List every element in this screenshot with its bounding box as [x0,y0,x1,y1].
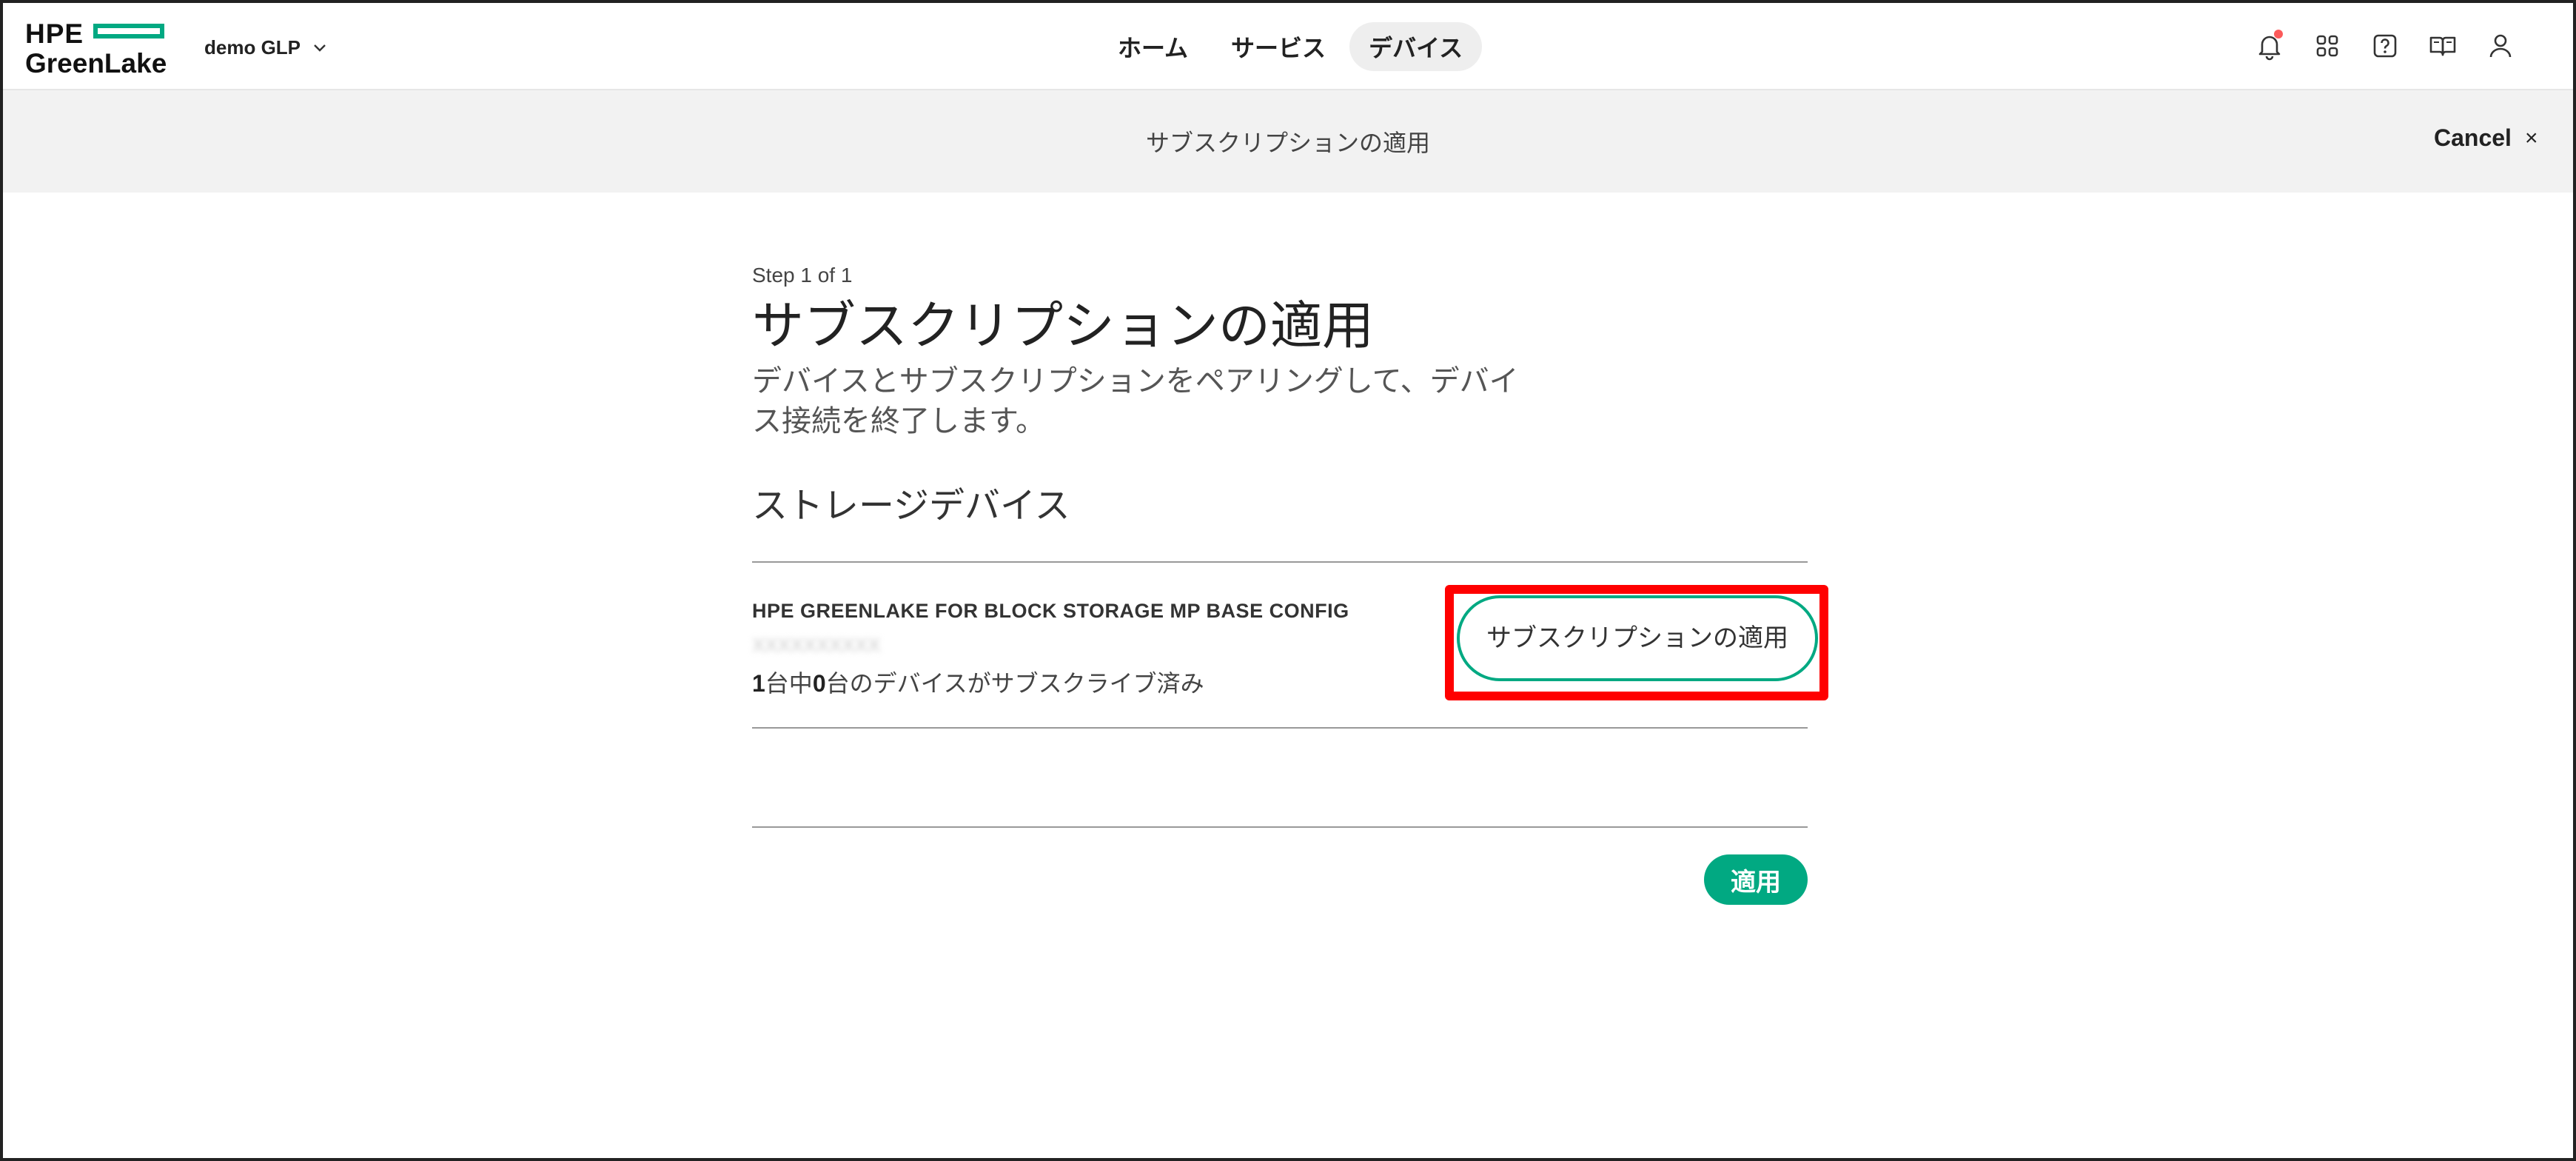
nav-devices[interactable]: デバイス [1349,22,1483,71]
close-icon: × [2524,125,2538,150]
header-icons [2253,30,2542,62]
apply-subscription-button[interactable]: サブスクリプションの適用 [1457,595,1818,681]
wizard-content: Step 1 of 1 サブスクリプションの適用 デバイスとサブスクリプションを… [752,262,1828,828]
device-subscribed-count: 0 [812,670,826,697]
logo-hpe-text: HPE [25,19,84,49]
divider [752,826,1808,828]
hpe-greenlake-logo[interactable]: HPE GreenLake [25,19,173,78]
apps-grid-icon[interactable] [2311,30,2344,62]
top-header: HPE GreenLake demo GLP ホーム サービス デバイス [3,3,2573,90]
help-icon[interactable] [2369,30,2401,62]
apply-button[interactable]: 適用 [1704,854,1808,905]
notification-dot [2274,30,2283,39]
book-icon[interactable] [2426,30,2459,62]
app-window: HPE GreenLake demo GLP ホーム サービス デバイス サブス… [0,0,2576,1161]
wizard-title: サブスクリプションの適用 [1145,130,1430,156]
device-total: 1 [752,670,765,697]
step-indicator: Step 1 of 1 [752,264,853,287]
serial-number: XXXXXXXXXX [752,634,881,656]
section-title: ストレージデバイス [752,486,1070,526]
logo-greenlake-text: GreenLake [25,48,167,78]
cancel-label: Cancel [2434,124,2512,151]
device-row: HPE GREENLAKE FOR BLOCK STORAGE MP BASE … [752,563,1828,727]
main-nav: ホーム サービス デバイス [1099,22,1486,71]
subscription-status-text-1: 台中 [765,670,813,697]
page-description: デバイスとサブスクリプションをペアリングして、デバイス接続を終了します。 [752,365,1519,438]
subscription-status-text-2: 台のデバイスがサブスクライブ済み [825,670,1204,697]
workspace-switcher[interactable]: demo GLP [204,33,329,62]
workspace-name: demo GLP [204,36,301,58]
product-name: HPE GREENLAKE FOR BLOCK STORAGE MP BASE … [752,600,1349,622]
divider [752,727,1808,729]
chevron-down-icon [314,44,326,52]
logo-green-bar-icon [93,24,164,39]
nav-home[interactable]: ホーム [1099,22,1207,71]
user-icon[interactable] [2484,30,2517,62]
wizard-subheader: サブスクリプションの適用 Cancel × [3,90,2573,193]
subscription-status: 1台中0台のデバイスがサブスクライブ済み [752,665,1204,699]
page-title: サブスクリプションの適用 [752,297,1374,355]
cancel-button[interactable]: Cancel × [2434,124,2538,152]
nav-services[interactable]: サービス [1212,22,1345,71]
bell-icon[interactable] [2253,30,2286,62]
